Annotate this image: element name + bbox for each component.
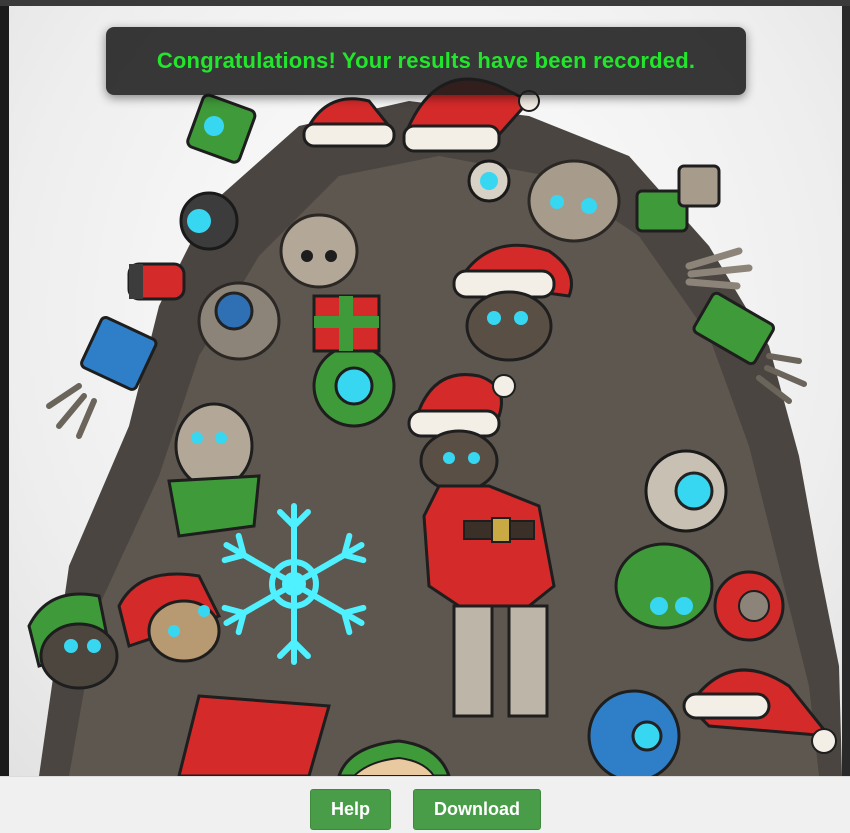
robot-head-1 [197,281,281,361]
robot-head-3 [279,213,359,289]
notification-message: Congratulations! Your results have been … [156,48,696,73]
game-canvas [0,6,850,776]
robot-wheel-right [713,570,785,642]
help-button[interactable]: Help [310,789,391,830]
success-notification: Congratulations! Your results have been … [106,27,746,95]
robot-eye-lens [179,191,239,251]
robot-eye-lens-3 [467,159,511,203]
robot-canister-left [127,262,186,301]
download-button[interactable]: Download [413,789,541,830]
robot-pile-illustration [9,6,842,776]
robot-blue-unit [587,689,681,776]
canvas-left-edge [0,6,9,776]
robot-green-head [312,344,396,428]
robot-head-2 [527,159,621,243]
robot-arm-top-right [635,164,721,233]
robot-eye-lens-2 [644,449,728,533]
robot-pile-artwork [27,77,842,776]
santa-hat-left [302,97,396,148]
footer-toolbar: Help Download [0,776,850,833]
robot-green-scarf [167,402,261,538]
robot-arm-green [186,93,257,164]
robot-green-unit [614,542,714,630]
canvas-right-edge [842,6,850,776]
gift-box [312,294,381,353]
